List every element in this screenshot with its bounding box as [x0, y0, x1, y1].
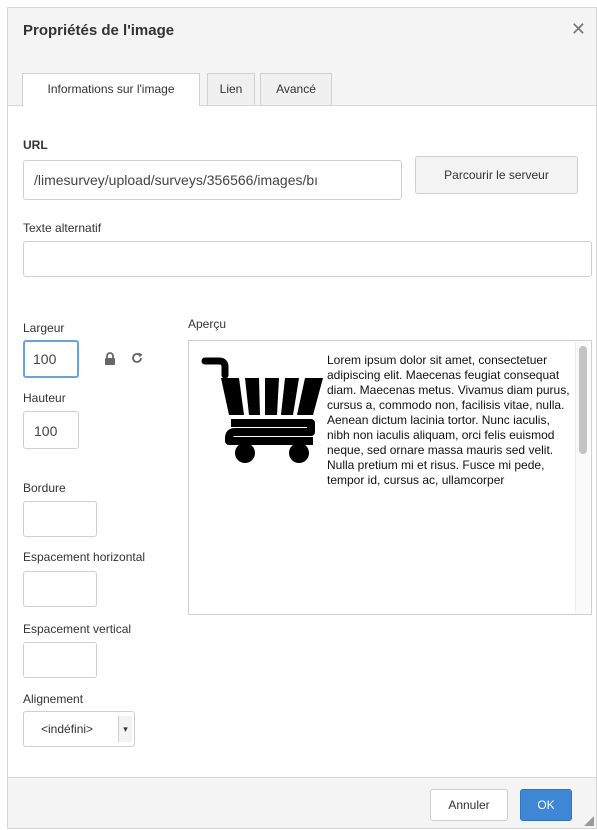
tab-advanced[interactable]: Avancé: [260, 73, 332, 105]
border-input[interactable]: [23, 501, 97, 537]
resize-grip-icon[interactable]: [584, 816, 594, 826]
lock-icon[interactable]: [104, 352, 116, 366]
align-select-value: <indéfini>: [41, 722, 94, 736]
chevron-down-icon[interactable]: ▾: [118, 716, 132, 742]
reset-size-icon[interactable]: [130, 351, 144, 365]
close-icon[interactable]: ✕: [571, 19, 586, 40]
alt-text-input[interactable]: [23, 241, 592, 277]
alt-text-label: Texte alternatif: [23, 221, 102, 235]
preview-scroll-thumb[interactable]: [579, 346, 587, 454]
tab-strip: Informations sur l'image Lien Avancé: [8, 55, 596, 106]
preview-image-spacer: [199, 353, 327, 478]
dialog-titlebar: Propriétés de l'image ✕: [8, 8, 596, 56]
align-label: Alignement: [23, 692, 84, 706]
tab-link[interactable]: Lien: [207, 73, 255, 105]
height-label: Hauteur: [23, 391, 66, 405]
hspace-input[interactable]: [23, 571, 97, 607]
height-input[interactable]: 100: [23, 411, 79, 449]
browse-server-button[interactable]: Parcourir le serveur: [415, 156, 578, 194]
preview-box: Lorem ipsum dolor sit amet, consectetuer…: [188, 340, 592, 615]
url-input[interactable]: /limesurvey/upload/surveys/356566/images…: [23, 160, 402, 200]
width-input[interactable]: 100: [23, 340, 79, 378]
hspace-label: Espacement horizontal: [23, 550, 146, 564]
tab-image-info[interactable]: Informations sur l'image: [22, 73, 200, 106]
align-select[interactable]: <indéfini> ▾: [23, 711, 135, 747]
image-properties-dialog: Propriétés de l'image ✕ Informations sur…: [7, 7, 597, 829]
dialog-title: Propriétés de l'image: [23, 22, 175, 39]
dialog-footer: Annuler OK: [8, 777, 596, 828]
url-label: URL: [23, 138, 48, 152]
width-label: Largeur: [23, 321, 65, 335]
vspace-input[interactable]: [23, 642, 97, 678]
preview-text: Lorem ipsum dolor sit amet, consectetuer…: [199, 353, 574, 488]
border-label: Bordure: [23, 481, 66, 495]
vspace-label: Espacement vertical: [23, 622, 132, 636]
cancel-button[interactable]: Annuler: [430, 789, 508, 821]
preview-lorem: Lorem ipsum dolor sit amet, consectetuer…: [327, 353, 570, 487]
ok-button[interactable]: OK: [520, 789, 572, 821]
preview-label: Aperçu: [188, 317, 227, 331]
